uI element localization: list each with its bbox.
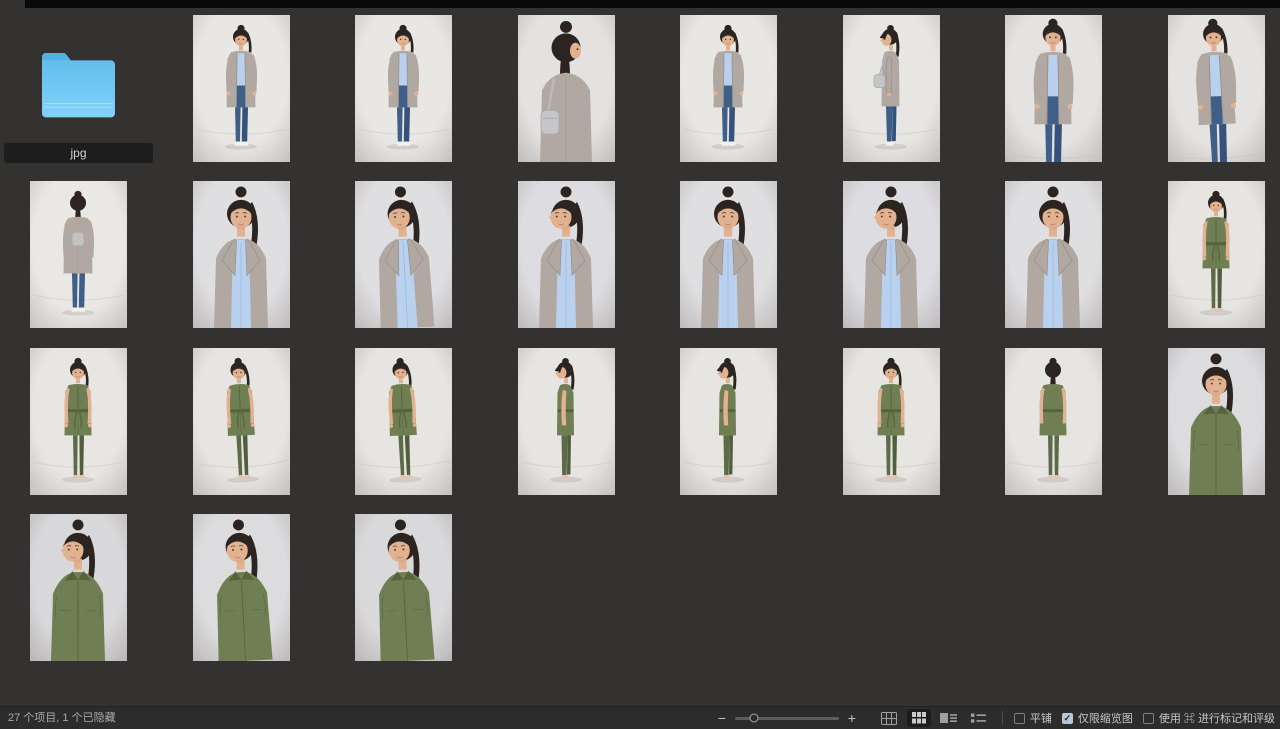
checkbox-option[interactable]: ✓ 仅限缩览图 bbox=[1062, 710, 1133, 726]
list-icon bbox=[971, 712, 986, 724]
photo-thumbnail[interactable] bbox=[680, 181, 777, 328]
statusbar-controls: − + bbox=[716, 707, 1275, 729]
grid-filled-icon bbox=[912, 712, 926, 724]
statusbar: 27 个项目, 1 个已隐藏 − + bbox=[0, 706, 1280, 729]
folder-label[interactable]: jpg bbox=[4, 143, 153, 163]
photo-thumbnail[interactable] bbox=[1005, 181, 1102, 328]
view-mode-buttons bbox=[877, 709, 991, 727]
photo-thumbnail[interactable] bbox=[30, 514, 127, 661]
photo-thumbnail[interactable] bbox=[680, 348, 777, 495]
slider-handle[interactable] bbox=[749, 714, 758, 723]
checkbox-unchecked[interactable] bbox=[1143, 713, 1154, 724]
photo-thumbnail[interactable] bbox=[1005, 348, 1102, 495]
photo-thumbnail[interactable] bbox=[1168, 348, 1265, 495]
photo-thumbnail[interactable] bbox=[518, 15, 615, 162]
checkbox-label: 仅限缩览图 bbox=[1078, 710, 1133, 726]
folder-item[interactable]: jpg bbox=[4, 10, 153, 170]
folder-icon[interactable] bbox=[30, 40, 127, 128]
photo-thumbnail[interactable] bbox=[355, 348, 452, 495]
photo-thumbnail[interactable] bbox=[1005, 15, 1102, 162]
zoom-out-button[interactable]: − bbox=[716, 711, 728, 725]
checkbox-option[interactable]: 使用 ⌘ 进行标记和评级 bbox=[1143, 710, 1275, 726]
checkbox-unchecked[interactable] bbox=[1014, 713, 1025, 724]
checkbox-checked[interactable]: ✓ bbox=[1062, 713, 1073, 724]
photo-thumbnail[interactable] bbox=[518, 348, 615, 495]
view-list-button[interactable] bbox=[967, 709, 991, 727]
photo-thumbnail[interactable] bbox=[518, 181, 615, 328]
photo-thumbnail[interactable] bbox=[355, 514, 452, 661]
checkbox-label: 平铺 bbox=[1030, 710, 1052, 726]
photo-thumbnail[interactable] bbox=[193, 181, 290, 328]
photo-thumbnail[interactable] bbox=[355, 181, 452, 328]
photo-thumbnail[interactable] bbox=[355, 15, 452, 162]
view-grid-button[interactable] bbox=[907, 709, 931, 727]
view-grid-outline-button[interactable] bbox=[877, 709, 901, 727]
photo-thumbnail[interactable] bbox=[193, 348, 290, 495]
photo-thumbnail[interactable] bbox=[843, 348, 940, 495]
photo-thumbnail[interactable] bbox=[843, 15, 940, 162]
photo-thumbnail[interactable] bbox=[30, 181, 127, 328]
view-details-button[interactable] bbox=[937, 709, 961, 727]
photo-thumbnail[interactable] bbox=[843, 181, 940, 328]
statusbar-checkboxes: 平铺 ✓ 仅限缩览图 使用 ⌘ 进行标记和评级 bbox=[1014, 710, 1275, 726]
grid-outline-icon bbox=[881, 712, 897, 725]
thumbnail-size-slider[interactable] bbox=[735, 717, 839, 720]
thumbnail-details-icon bbox=[940, 712, 957, 724]
photo-thumbnail[interactable] bbox=[30, 348, 127, 495]
photo-thumbnail[interactable] bbox=[193, 15, 290, 162]
photo-thumbnail[interactable] bbox=[193, 514, 290, 661]
zoom-in-button[interactable]: + bbox=[846, 711, 858, 725]
top-window-edge bbox=[25, 0, 1280, 8]
photo-thumbnail[interactable] bbox=[680, 15, 777, 162]
photo-thumbnail[interactable] bbox=[1168, 181, 1265, 328]
checkbox-label: 使用 ⌘ 进行标记和评级 bbox=[1159, 710, 1275, 726]
separator bbox=[1002, 711, 1003, 725]
checkbox-option[interactable]: 平铺 bbox=[1014, 710, 1052, 726]
item-count-text: 27 个项目, 1 个已隐藏 bbox=[8, 707, 116, 729]
photo-thumbnail[interactable] bbox=[1168, 15, 1265, 162]
